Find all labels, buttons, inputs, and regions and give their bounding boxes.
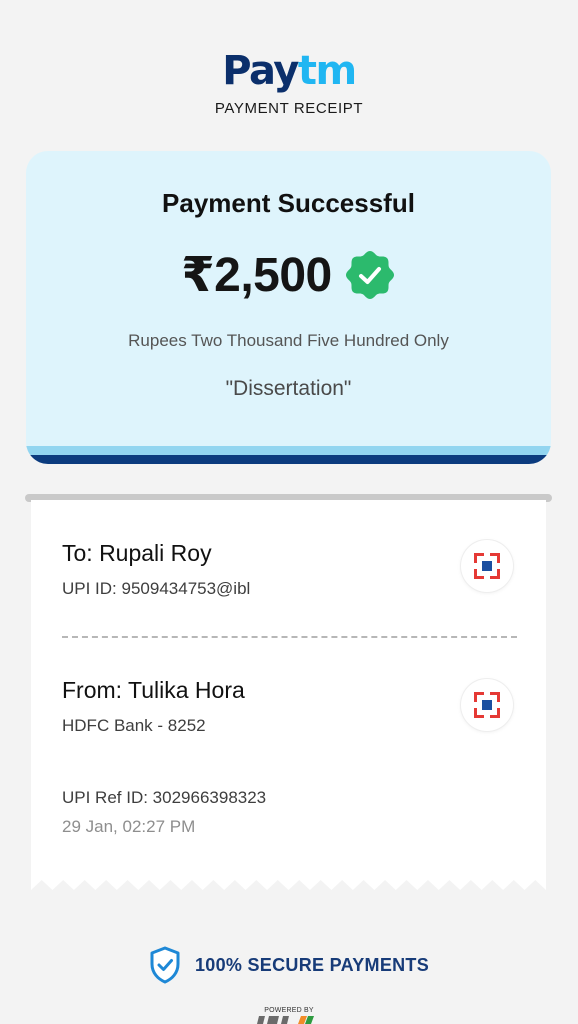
- recipient-name: To: Rupali Roy: [62, 540, 212, 566]
- sender-name: From: Tulika Hora: [62, 677, 245, 703]
- sender-bank-account: HDFC Bank - 8252: [62, 716, 206, 735]
- logo-pay: Pay: [222, 48, 299, 94]
- hdfc-bank-icon: [474, 553, 500, 579]
- payment-status-title: Payment Successful: [162, 188, 415, 218]
- recipient-upi-id: UPI ID: 9509434753@ibl: [62, 579, 251, 598]
- payment-summary-card: Payment Successful ₹2,500 Rupees Two Tho…: [26, 151, 551, 464]
- recipient-bank-icon: [461, 540, 513, 592]
- transaction-datetime: 29 Jan, 02:27 PM: [62, 817, 196, 836]
- sender-section: From: Tulika Hora HDFC Bank - 8252: [62, 677, 245, 736]
- verified-check-icon: [345, 251, 394, 299]
- amount-row: ₹2,500: [26, 247, 551, 303]
- shield-check-icon: [150, 946, 180, 984]
- payment-note: "Dissertation": [225, 377, 352, 400]
- secure-payments-banner: 100% SECURE PAYMENTS: [0, 946, 578, 984]
- transaction-details-card: To: Rupali Roy UPI ID: 9509434753@ibl Fr…: [31, 500, 546, 896]
- upi-logo-icon: [257, 1016, 314, 1024]
- upi-ref-id: UPI Ref ID: 302966398323: [62, 788, 267, 807]
- hdfc-bank-icon: [474, 692, 500, 718]
- card-stripe-dark: [26, 455, 551, 464]
- receipt-zigzag-edge: [31, 880, 546, 898]
- logo-tm: tm: [297, 48, 357, 94]
- recipient-section: To: Rupali Roy UPI ID: 9509434753@ibl: [62, 540, 250, 599]
- receipt-header: Pay tm PAYMENT RECEIPT: [0, 50, 578, 117]
- transaction-reference: UPI Ref ID: 302966398323 29 Jan, 02:27 P…: [62, 788, 266, 837]
- amount-in-words: Rupees Two Thousand Five Hundred Only: [128, 331, 449, 350]
- dashed-divider: [62, 636, 517, 638]
- receipt-label: PAYMENT RECEIPT: [214, 100, 364, 117]
- paytm-logo: Pay tm: [222, 48, 357, 94]
- payment-amount: ₹2,500: [181, 249, 332, 302]
- sender-bank-icon: [461, 679, 513, 731]
- secure-payments-text: 100% SECURE PAYMENTS: [194, 954, 430, 975]
- powered-by-label: POWERED BY: [264, 1007, 314, 1014]
